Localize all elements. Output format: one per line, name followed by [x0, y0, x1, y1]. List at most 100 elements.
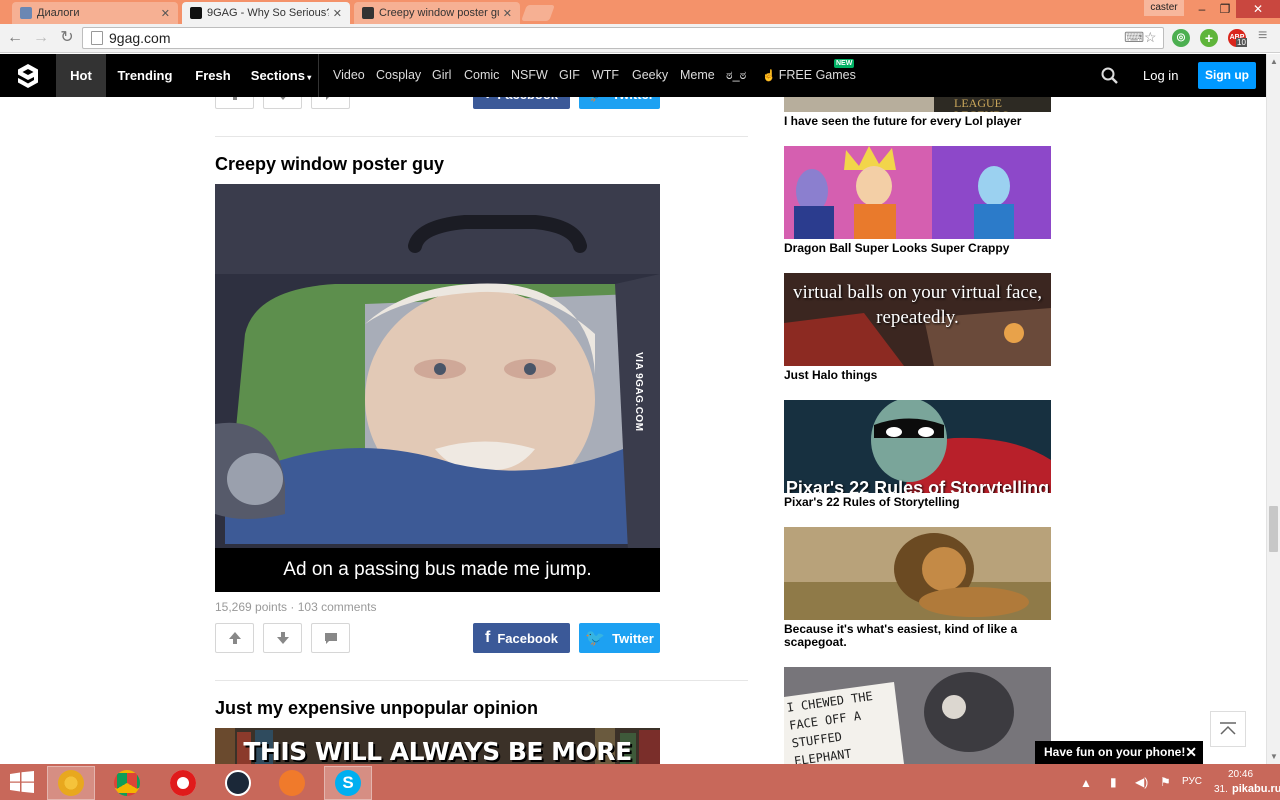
scroll-down-arrow-icon[interactable]: ▼: [1270, 752, 1278, 761]
url-text: 9gag.com: [109, 30, 171, 46]
nav-sections[interactable]: Sections ▾: [246, 54, 316, 97]
sidebar-thumb-lol[interactable]: LEAGUE LEGENDS: [784, 97, 1051, 112]
nav-divider: [318, 54, 319, 97]
twitter-share-button[interactable]: 🐦 Twitter: [579, 623, 660, 653]
nav-trending[interactable]: Trending: [110, 54, 180, 97]
nav-comic[interactable]: Comic: [464, 54, 499, 97]
post-stats: 15,269 points · 103 comments: [215, 600, 376, 614]
profile-button[interactable]: caster: [1144, 0, 1184, 16]
sidebar-thumb-dragonball[interactable]: [784, 146, 1051, 239]
nav-video[interactable]: Video: [333, 54, 365, 97]
downvote-button[interactable]: [263, 97, 302, 109]
nav-meme[interactable]: Meme: [680, 54, 715, 97]
twitter-share-button[interactable]: 🐦 Twitter: [579, 97, 660, 109]
tray-arrow-icon[interactable]: ▲: [1080, 776, 1092, 790]
nav-gif[interactable]: GIF: [559, 54, 580, 97]
nav-nsfw[interactable]: NSFW: [511, 54, 548, 97]
login-link[interactable]: Log in: [1143, 54, 1178, 97]
tab-9gag[interactable]: 9GAG - Why So Serious? ✕: [182, 2, 350, 24]
comment-button[interactable]: [311, 623, 350, 653]
reload-icon[interactable]: ↻: [57, 28, 77, 48]
image-caption: Ad on a passing bus made me jump.: [215, 548, 660, 592]
toast-close-icon[interactable]: ✕: [1185, 741, 1197, 764]
clock-time[interactable]: 20:46: [1228, 769, 1253, 780]
post-image[interactable]: VIA 9GAG.COM Ad on a passing bus made me…: [215, 184, 660, 592]
nav-disapproval[interactable]: ಠ_ಠ: [726, 54, 746, 97]
scroll-up-arrow-icon[interactable]: ▲: [1270, 57, 1278, 66]
taskbar-app-chrome[interactable]: [103, 766, 151, 800]
page-scrollbar[interactable]: ▲ ▼: [1266, 54, 1280, 764]
new-tab-button[interactable]: [521, 5, 555, 21]
9gag-icon: [190, 7, 202, 19]
comment-button[interactable]: [311, 97, 350, 109]
tab-dialogs[interactable]: Диалоги ✕: [12, 2, 178, 24]
flag-icon[interactable]: ⚑: [1160, 775, 1171, 789]
language-indicator[interactable]: РУС: [1182, 776, 1202, 787]
post-title[interactable]: Just my expensive unpopular opinion: [215, 698, 538, 719]
nav-free-games-label: FREE Games: [778, 68, 856, 82]
sidebar-item-pixar[interactable]: Pixar's 22 Rules of Storytelling: [784, 496, 1054, 509]
nav-hot[interactable]: Hot: [56, 54, 106, 97]
comments-count[interactable]: 103 comments: [298, 600, 377, 614]
sidebar-thumb-lion[interactable]: [784, 527, 1051, 620]
minimize-icon[interactable]: –: [1190, 0, 1214, 18]
sidebar-thumb-dog[interactable]: I CHEWED THE FACE OFF A STUFFED ELEPHANT: [784, 667, 1051, 764]
sidebar-item-lol[interactable]: I have seen the future for every Lol pla…: [784, 115, 1054, 128]
tab-creepy-poster[interactable]: Creepy window poster gu ✕: [354, 2, 520, 24]
search-icon[interactable]: [1100, 66, 1120, 86]
facebook-share-button[interactable]: f Facebook: [473, 623, 570, 653]
add-extension-icon[interactable]: +: [1200, 29, 1218, 47]
chevron-up-icon: [1220, 722, 1236, 735]
post-title[interactable]: Creepy window poster guy: [215, 154, 444, 175]
windows-start-icon[interactable]: [10, 771, 34, 793]
sidebar-thumb-pixar[interactable]: Pixar's 22 Rules of Storytelling: [784, 400, 1051, 493]
facebook-icon: f: [484, 629, 491, 646]
volume-icon[interactable]: ◀): [1135, 775, 1148, 789]
sidebar-thumb-halo[interactable]: virtual balls on your virtual face, repe…: [784, 273, 1051, 366]
back-to-top-button[interactable]: [1210, 711, 1246, 747]
menu-icon[interactable]: ≡: [1258, 27, 1267, 45]
upvote-button[interactable]: [215, 97, 254, 109]
downvote-button[interactable]: [263, 623, 302, 653]
signup-button[interactable]: Sign up: [1198, 62, 1256, 89]
taskbar-app-chrome-canary[interactable]: [47, 766, 95, 800]
sidebar-item-halo[interactable]: Just Halo things: [784, 369, 1054, 382]
taskbar-app-skype[interactable]: S: [324, 766, 372, 800]
back-arrow-icon[interactable]: ←: [5, 28, 25, 48]
address-bar[interactable]: 9gag.com: [82, 27, 1164, 49]
forward-arrow-icon[interactable]: →: [31, 28, 51, 48]
scroll-thumb[interactable]: [1269, 506, 1278, 552]
points-count[interactable]: 15,269 points: [215, 600, 287, 614]
facebook-share-button[interactable]: f Facebook: [473, 97, 570, 109]
nav-wtf[interactable]: WTF: [592, 54, 619, 97]
nav-cosplay[interactable]: Cosplay: [376, 54, 421, 97]
taskbar-app-steam[interactable]: [214, 766, 262, 800]
twitter-label: Twitter: [612, 97, 654, 102]
9gag-logo[interactable]: [0, 54, 56, 97]
browser-toolbar: ← → ↻ 9gag.com ⌨ ☆ ◎ + ABP 10 ≡: [0, 24, 1280, 53]
pikabu-watermark: pikabu.ru: [1232, 783, 1280, 795]
mobile-app-toast[interactable]: Have fun on your phone! ✕: [1035, 741, 1203, 764]
translate-icon[interactable]: ⌨: [1124, 29, 1144, 46]
post-image[interactable]: THIS WILL ALWAYS BE MORE: [215, 728, 660, 764]
dragonball-thumbnail: [784, 146, 1051, 239]
taskbar-app-opera[interactable]: [159, 766, 207, 800]
upvote-button[interactable]: [215, 623, 254, 653]
network-icon[interactable]: ▮: [1110, 775, 1117, 789]
nav-girl[interactable]: Girl: [432, 54, 451, 97]
taskbar-app-aimp[interactable]: [268, 766, 316, 800]
sidebar-item-lion[interactable]: Because it's what's easiest, kind of lik…: [784, 623, 1054, 649]
close-icon[interactable]: ✕: [161, 7, 170, 20]
close-icon[interactable]: ✕: [333, 7, 342, 20]
vk-icon: [20, 7, 32, 19]
sidebar-item-dragonball[interactable]: Dragon Ball Super Looks Super Crappy: [784, 242, 1054, 255]
extension-icon[interactable]: ◎: [1172, 29, 1190, 47]
window-close-button[interactable]: ✕: [1236, 0, 1280, 18]
clock-date: 31.: [1214, 784, 1228, 795]
bookmark-star-icon[interactable]: ☆: [1144, 29, 1157, 46]
tab-label: Диалоги: [37, 7, 80, 19]
maximize-icon[interactable]: ❐: [1214, 0, 1236, 18]
close-icon[interactable]: ✕: [503, 7, 512, 20]
nav-geeky[interactable]: Geeky: [632, 54, 668, 97]
nav-fresh[interactable]: Fresh: [188, 54, 238, 97]
